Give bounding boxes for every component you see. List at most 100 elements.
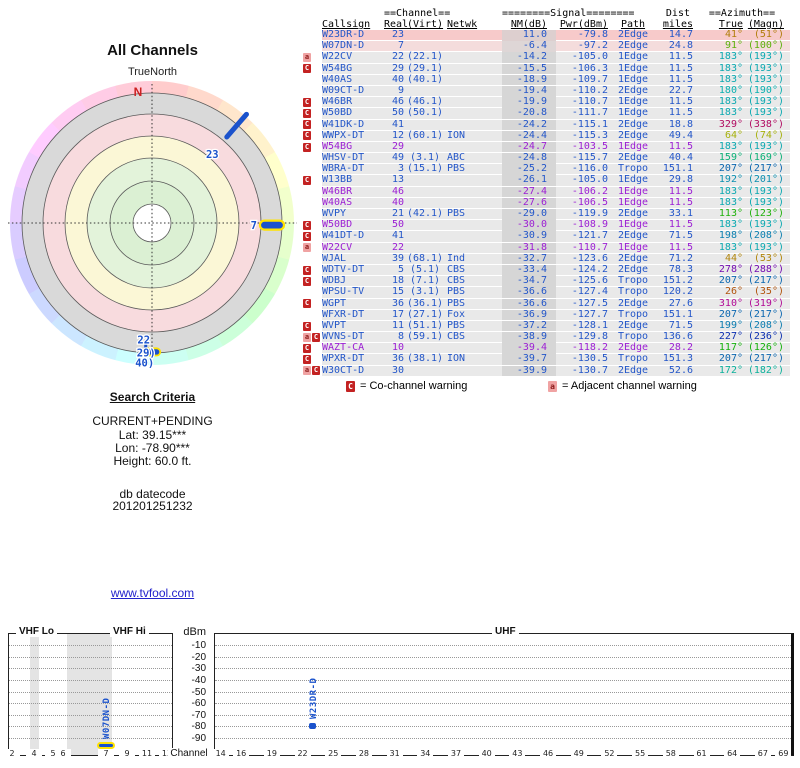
callsign-cell: W09CT-D <box>322 84 365 96</box>
path-cell: 1Edge <box>617 196 649 208</box>
vhf-lo-band-label: VHF Lo <box>16 626 57 637</box>
virtual-channel-cell <box>405 120 445 131</box>
dbm-tick-label: -80 <box>191 721 206 733</box>
channel-tick-25: 25 <box>325 749 342 758</box>
azimuth-magn-cell: (288°) <box>747 263 784 275</box>
co-channel-warning-icon: C <box>303 120 311 130</box>
table-group-header-row: ==Channel== ========Signal======== Dist … <box>302 8 790 19</box>
azimuth-true-cell: 183° <box>718 73 743 85</box>
longitude-value: Lon: -78.90*** <box>115 441 190 455</box>
path-cell: 1Edge <box>617 73 649 85</box>
gridline--10dbm <box>215 645 791 646</box>
callsign-cell: WAZT-CA <box>322 342 365 354</box>
noise-margin-cell: -27.6 <box>502 197 556 209</box>
station-marker-W07DN-D <box>97 742 115 750</box>
path-cell: 1Edge <box>617 96 649 108</box>
co-channel-legend: C = Co-channel warning <box>346 380 467 392</box>
gridline--90dbm <box>9 738 172 739</box>
real-channel-cell: 8 <box>397 331 404 343</box>
gridline--20dbm <box>9 656 172 658</box>
real-channel-cell: 41 <box>391 230 404 242</box>
network-cell <box>445 187 502 198</box>
virtual-channel-cell: (29.1) <box>406 62 444 74</box>
noise-margin-cell: -32.7 <box>502 253 556 265</box>
gridline--40dbm <box>9 679 172 681</box>
channel-tick-37: 37 <box>447 749 464 758</box>
distance-cell: 24.8 <box>668 40 693 52</box>
network-cell: CBS <box>447 331 466 343</box>
power-cell: -110.2 <box>571 84 608 96</box>
distance-cell: 28.2 <box>668 342 693 354</box>
noise-margin-cell: -30.0 <box>502 220 556 231</box>
true-north-label: TrueNorth <box>127 66 178 78</box>
azimuth-true-cell: 44° <box>724 252 743 264</box>
distance-cell: 40.4 <box>668 152 693 164</box>
noise-margin-cell: -36.9 <box>502 309 556 321</box>
gridline--90dbm <box>215 738 791 739</box>
noise-margin-cell: -29.0 <box>502 208 556 220</box>
azimuth-true-cell: 278° <box>718 263 743 275</box>
azimuth-true-cell: 183° <box>718 241 743 253</box>
station-row-W41DK-D: C W41DK-D 41 -24.2 -115.1 2Edge 18.8 329° (338°) <box>302 119 790 131</box>
gridline--50dbm <box>215 691 791 693</box>
network-cell: PBS <box>447 286 466 298</box>
callsign-cell: W46BR <box>322 96 353 108</box>
power-cell: -106.3 <box>571 62 608 74</box>
virtual-channel-cell: (7.1) <box>409 275 441 287</box>
azimuth-magn-cell: (193°) <box>747 107 784 119</box>
azimuth-true-cell: 91° <box>724 40 743 52</box>
noise-margin-cell: -24.2 <box>502 119 556 131</box>
noise-margin-cell: -24.4 <box>502 130 556 142</box>
station-table: ==Channel== ========Signal======== Dist … <box>302 8 790 377</box>
dbm-tick-label: -10 <box>191 640 206 651</box>
co-channel-warning-icon: C <box>303 344 311 354</box>
warning-cell <box>302 153 322 164</box>
distance-cell: 71.5 <box>668 319 693 331</box>
power-cell: -125.6 <box>571 275 608 287</box>
warning-cell <box>302 164 322 175</box>
noise-margin-cell: -24.7 <box>502 141 556 153</box>
channel-tick-6: 6 <box>55 749 71 758</box>
path-cell: 1Edge <box>617 241 649 253</box>
real-channel-cell: 12 <box>391 129 404 141</box>
power-cell: -110.7 <box>571 241 608 253</box>
co-channel-warning-icon: C <box>303 232 311 242</box>
power-cell: -106.5 <box>571 196 608 208</box>
virtual-channel-cell: (50.1) <box>406 107 444 119</box>
station-row-WGPT: C WGPT 36 (36.1) PBS -36.6 -127.5 2Edge 27.6 310°… <box>302 297 790 310</box>
virtual-channel-cell: (15.1) <box>406 163 444 175</box>
callsign-cell: W54BG <box>322 140 353 152</box>
virtual-channel-cell <box>405 198 445 209</box>
virtual-channel-cell: (42.1) <box>406 208 444 219</box>
co-channel-warning-icon: C <box>303 276 311 286</box>
dist-group-header: Dist <box>665 8 690 19</box>
channel-group-header: ==Channel== <box>384 8 451 19</box>
co-channel-warning-icon: C <box>303 142 311 152</box>
path-cell: 1Edge <box>617 174 649 186</box>
channel-tick-14: 14 <box>212 749 229 758</box>
uhf-spectrum-panel <box>214 633 794 756</box>
path-cell: 1Edge <box>617 107 649 119</box>
real-channel-cell: 7 <box>397 40 404 52</box>
distance-cell: 52.6 <box>668 364 693 376</box>
virtual-channel-cell: (3.1) <box>409 152 441 164</box>
azimuth-magn-cell: (74°) <box>753 129 784 141</box>
path-cell: Tropo <box>617 163 649 175</box>
network-cell: ION <box>447 353 466 365</box>
gridline--80dbm <box>9 726 172 728</box>
azimuth-true-cell: 192° <box>718 174 743 186</box>
virtual-channel-cell <box>405 243 445 254</box>
azimuth-true-cell: 64° <box>724 129 743 141</box>
power-cell: -128.1 <box>571 319 608 331</box>
co-channel-warning-icon: C <box>303 109 311 119</box>
virtual-channel-cell: (36.1) <box>406 297 444 309</box>
real-channel-cell: 46 <box>391 185 404 197</box>
virtual-channel-cell <box>405 231 445 242</box>
azimuth-true-cell: 199° <box>718 319 743 331</box>
tvfool-link[interactable]: www.tvfool.com <box>111 586 194 600</box>
channel-tick-9: 9 <box>119 749 135 758</box>
azimuth-true-cell: 113° <box>718 208 743 219</box>
network-cell <box>445 41 502 52</box>
path-cell: 2Edge <box>617 40 649 52</box>
virtual-channel-cell: (59.1) <box>406 331 444 343</box>
